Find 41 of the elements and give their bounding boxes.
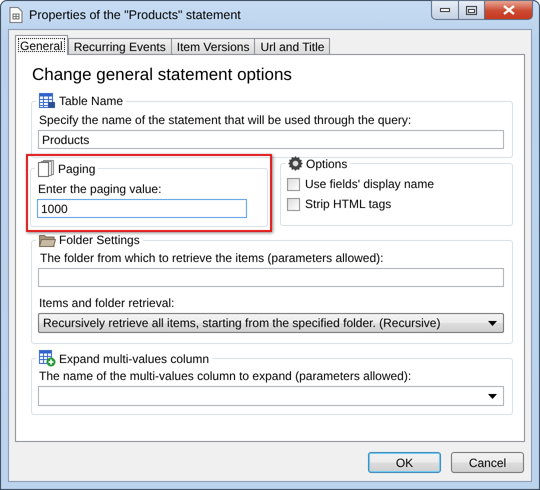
group-title: Folder Settings: [59, 233, 140, 247]
close-icon: [502, 5, 514, 15]
pages-icon: [38, 160, 55, 177]
text-field[interactable]: [38, 268, 504, 287]
dialog-button[interactable]: Cancel: [451, 452, 524, 473]
field-label: The name of the multi-values column to expand (parameters allowed):: [39, 369, 412, 383]
maximize-button[interactable]: [459, 0, 485, 20]
field-label: The folder from which to retrieve the items (parameters allowed):: [40, 251, 384, 265]
field-label: Enter the paging value:: [38, 182, 162, 196]
minimize-icon: [440, 8, 450, 12]
close-button[interactable]: [485, 0, 533, 20]
table-add-icon: [39, 350, 56, 367]
checkbox-label: Strip HTML tags: [305, 197, 392, 211]
group-title: Options: [306, 156, 348, 170]
tab[interactable]: Url and Title: [254, 38, 330, 55]
page-heading: Change general statement options: [32, 65, 293, 85]
combo-field[interactable]: [38, 386, 504, 406]
tab[interactable]: Item Versions: [170, 38, 256, 55]
dropdown-value: Recursively retrieve all items, starting from the specified folder. (Recursive): [43, 316, 440, 330]
text-field[interactable]: Products: [38, 130, 504, 149]
checkbox-label: Use fields' display name: [305, 177, 434, 191]
field-label: Specify the name of the statement that will be used through the query:: [39, 113, 412, 127]
group-title: Paging: [58, 162, 96, 176]
text-field[interactable]: 1000: [37, 199, 247, 218]
tab[interactable]: General: [15, 35, 68, 55]
table-icon: [39, 93, 56, 109]
maximize-icon: [466, 6, 477, 14]
tab[interactable]: Recurring Events: [68, 38, 172, 55]
dropdown[interactable]: Recursively retrieve all items, starting from the specified folder. (Recursive): [38, 313, 504, 333]
dialog-button[interactable]: OK: [368, 452, 441, 473]
window-title: Properties of the "Products" statement: [29, 8, 241, 22]
field-label: Items and folder retrieval:: [39, 296, 176, 310]
checkbox[interactable]: [287, 178, 300, 190]
group-title: Expand multi-values column: [59, 352, 210, 366]
checkbox[interactable]: [287, 198, 300, 210]
document-icon: [9, 7, 23, 23]
dropdown-arrow-icon: [488, 394, 497, 398]
dropdown-arrow-icon: [488, 320, 497, 326]
group-title: Table Name: [59, 94, 124, 108]
folder-icon: [39, 233, 56, 247]
minimize-button[interactable]: [431, 0, 459, 20]
